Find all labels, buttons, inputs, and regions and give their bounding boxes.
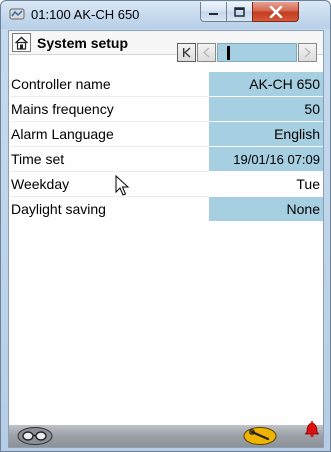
window-title: 01:100 AK-CH 650	[31, 7, 140, 22]
bottom-toolbar	[9, 421, 323, 447]
setting-label: Alarm Language	[11, 126, 114, 142]
app-window: 01:100 AK-CH 650 System setup Controller…	[0, 0, 331, 452]
first-page-icon	[183, 47, 191, 58]
view-button[interactable]	[15, 426, 55, 446]
setting-row-time-set[interactable]: Time set 19/01/16 07:09	[11, 147, 323, 172]
alarm-bell-icon	[304, 421, 320, 438]
alarm-button[interactable]	[304, 419, 320, 439]
alarm-language-value[interactable]: English	[209, 122, 323, 146]
maximize-button[interactable]	[226, 2, 253, 22]
page-navigator	[177, 43, 317, 63]
setting-row-controller-name[interactable]: Controller name AK-CH 650	[11, 72, 323, 97]
page-scroll-track[interactable]	[217, 43, 297, 62]
maximize-icon	[234, 6, 245, 17]
setting-label: Mains frequency	[11, 101, 114, 117]
minimize-button[interactable]	[200, 2, 227, 22]
daylight-saving-value[interactable]: None	[209, 197, 323, 221]
previous-page-icon	[203, 47, 210, 58]
setting-row-weekday: Weekday Tue	[11, 172, 323, 197]
wrench-icon	[243, 427, 277, 445]
close-button[interactable]	[252, 2, 299, 22]
close-icon	[269, 5, 282, 18]
next-page-button[interactable]	[298, 43, 317, 62]
setting-row-alarm-language[interactable]: Alarm Language English	[11, 122, 323, 147]
home-button[interactable]	[12, 33, 31, 52]
tools-button[interactable]	[242, 426, 278, 446]
minimize-icon	[209, 13, 218, 15]
title-bar[interactable]: 01:100 AK-CH 650	[1, 1, 330, 29]
setting-label: Weekday	[11, 176, 70, 192]
page-title: System setup	[37, 35, 129, 51]
weekday-value: Tue	[296, 176, 320, 192]
glasses-icon	[17, 427, 53, 445]
setting-label: Daylight saving	[11, 201, 106, 217]
settings-list: Controller name AK-CH 650 Mains frequenc…	[11, 72, 323, 222]
setting-label: Time set	[11, 151, 65, 167]
controller-app-icon	[9, 8, 25, 20]
setting-row-daylight-saving[interactable]: Daylight saving None	[11, 197, 323, 221]
page-scroll-thumb[interactable]	[227, 46, 230, 60]
client-area: System setup Controller name AK-CH 650 M…	[8, 30, 324, 448]
mains-frequency-value[interactable]: 50	[209, 97, 323, 121]
controller-name-value[interactable]: AK-CH 650	[209, 72, 323, 96]
time-set-value[interactable]: 19/01/16 07:09	[209, 147, 323, 171]
home-icon	[15, 36, 28, 50]
setting-label: Controller name	[11, 76, 111, 92]
previous-page-button[interactable]	[197, 43, 216, 62]
setting-row-mains-frequency[interactable]: Mains frequency 50	[11, 97, 323, 122]
mouse-cursor	[115, 175, 130, 196]
next-page-icon	[304, 47, 311, 58]
first-page-button[interactable]	[177, 43, 196, 62]
